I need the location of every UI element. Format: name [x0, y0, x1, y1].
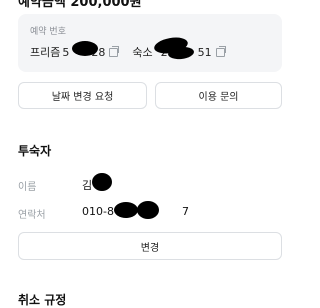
guest-phone-tail: 7	[181, 205, 189, 218]
guest-section-title: 투숙자	[18, 144, 52, 158]
inquiry-button[interactable]: 이용 문의	[155, 82, 282, 109]
guest-phone-label: 연락처	[18, 210, 46, 221]
redaction-mark	[137, 201, 159, 219]
prism-number-visible: 5	[62, 45, 70, 59]
reservation-number-box: 예약 번호 프리즘 5 28 숙소 2 51	[18, 14, 282, 72]
redaction-mark	[92, 173, 112, 191]
change-guest-button[interactable]: 변경	[18, 232, 282, 260]
change-date-request-button[interactable]: 날짜 변경 요청	[18, 82, 147, 109]
page-top-title: 예약금액 200,000원	[18, 0, 142, 10]
lodging-number-tail: 51	[197, 45, 212, 59]
reservation-number-label: 예약 번호	[30, 27, 66, 37]
prism-label: 프리즘	[30, 46, 61, 59]
reservation-number-row: 프리즘 5 28 숙소 2 51	[30, 44, 226, 60]
lodging-label: 숙소	[132, 46, 153, 59]
copy-icon[interactable]	[109, 45, 120, 57]
redaction-mark	[114, 202, 138, 218]
guest-name-value: 김	[82, 179, 93, 192]
guest-name-label: 이름	[18, 182, 37, 193]
copy-icon[interactable]	[215, 45, 226, 57]
guest-phone-visible: 010-8	[82, 205, 114, 218]
redaction-mark	[72, 41, 98, 56]
